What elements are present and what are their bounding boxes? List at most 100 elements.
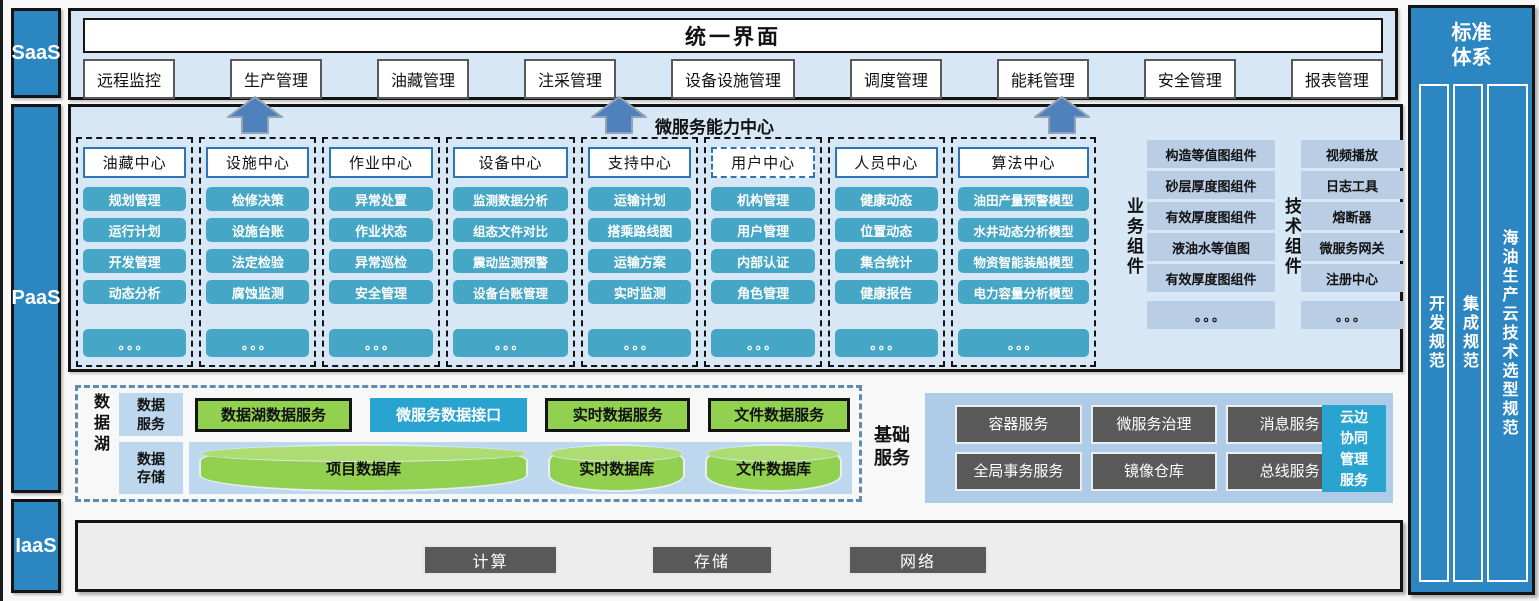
center-header: 油藏中心 [83,147,186,178]
saas-section: 统一界面 远程监控生产管理油藏管理注采管理设备设施管理调度管理能耗管理安全管理报… [68,8,1398,100]
saas-app-box: 远程监控 [83,59,175,99]
center-item: 异常处置 [329,187,432,211]
tech-component: 。。。 [1301,301,1403,329]
center-header: 设备中心 [453,147,569,178]
up-arrow-icon [1033,95,1091,135]
saas-app-box: 设备设施管理 [671,59,795,99]
center-item: 检修决策 [206,187,309,211]
center-column: 人员中心 健康动态位置动态集合统计健康报告。。。 [828,137,945,367]
center-item: 机构管理 [711,187,814,211]
tech-component: 注册中心 [1301,264,1403,292]
center-column: 油藏中心 规划管理运行计划开发管理动态分析。。。 [76,137,193,367]
up-arrow-icon [590,95,648,135]
center-item: 水井动态分析模型 [958,218,1089,242]
saas-app-box: 生产管理 [230,59,322,99]
data-lake-label: 数据湖 [85,393,113,494]
basic-service-box: 全局事务服务 [955,452,1082,491]
business-components-list: 构造等值图组件砂层厚度图组件有效厚度图组件液油水等值图有效厚度图组件。。。 [1147,140,1275,329]
center-column: 算法中心 油田产量预警模型水井动态分析模型物资智能装船模型电力容量分析模型。。。 [951,137,1096,367]
center-item: 物资智能装船模型 [958,249,1089,273]
center-item: 健康动态 [835,187,938,211]
center-item: 角色管理 [711,280,814,304]
data-storage-row-label: 数据存储 [119,442,183,494]
center-header: 用户中心 [711,147,814,178]
up-arrow-icon [226,95,284,135]
data-lake-grid: 数据服务 数据湖数据服务 微服务数据接口 实时数据服务 文件数据服务 数据存储 … [119,393,852,494]
paas-section: 微服务能力中心 油藏中心 规划管理运行计划开发管理动态分析。。。 设施中心 检修… [68,104,1403,372]
data-service-box: 数据湖数据服务 [195,398,352,432]
center-header: 支持中心 [588,147,691,178]
layer-label-saas: SaaS [11,8,61,98]
center-item-list: 规划管理运行计划开发管理动态分析。。。 [83,187,186,357]
center-item: 内部认证 [711,249,814,273]
center-item: 监测数据分析 [453,187,569,211]
center-item: 震动监测预警 [453,249,569,273]
center-header: 作业中心 [329,147,432,178]
center-item: 位置动态 [835,218,938,242]
center-item: 运输方案 [588,249,691,273]
saas-app-box: 油藏管理 [377,59,469,99]
center-header: 人员中心 [835,147,938,178]
database-cylinder: 项目数据库 [201,446,526,490]
basic-services-grid: 容器服务微服务治理消息服务全局事务服务镜像仓库总线服务 [955,405,1353,491]
center-header: 算法中心 [958,147,1089,178]
center-item-list: 油田产量预警模型水井动态分析模型物资智能装船模型电力容量分析模型。。。 [958,187,1089,357]
center-item: 运输计划 [588,187,691,211]
center-item: 动态分析 [83,280,186,304]
saas-app-box: 注采管理 [524,59,616,99]
center-column: 支持中心 运输计划搭乘路线图运输方案实时监测。。。 [581,137,698,367]
center-item: 。。。 [329,329,432,357]
center-column: 用户中心 机构管理用户管理内部认证角色管理。。。 [704,137,821,367]
data-service-row-label: 数据服务 [119,393,183,436]
data-storage-row: 项目数据库 实时数据库 文件数据库 [189,442,852,494]
center-column: 作业中心 异常处置作业状态异常巡检安全管理。。。 [322,137,439,367]
saas-app-box: 能耗管理 [997,59,1089,99]
standards-column: 开发规范 [1419,84,1449,582]
iaas-network-box: 网络 [848,545,988,575]
layer-label-iaas: IaaS [11,499,61,593]
center-item: 设备台账管理 [453,280,569,304]
business-components-label: 业务组件 [1121,197,1146,277]
basic-service-box: 容器服务 [955,405,1082,444]
database-cylinder: 文件数据库 [707,446,840,490]
standards-column: 海油生产云技术选型规范 [1487,84,1528,582]
business-component: 有效厚度图组件 [1147,202,1275,230]
standards-panel: 标准体系 开发规范 集成规范 海油生产云技术选型规范 [1408,5,1535,595]
data-service-box: 文件数据服务 [708,398,850,432]
left-edge-line [0,0,3,601]
center-item: 搭乘路线图 [588,218,691,242]
center-item: 。。。 [835,329,938,357]
center-item: 腐蚀监测 [206,280,309,304]
center-item: 。。。 [83,329,186,357]
basic-service-box: 镜像仓库 [1091,452,1218,491]
center-item-list: 运输计划搭乘路线图运输方案实时监测。。。 [588,187,691,357]
center-item: 作业状态 [329,218,432,242]
center-item-list: 机构管理用户管理内部认证角色管理。。。 [711,187,814,357]
center-item: 。。。 [588,329,691,357]
tech-component: 微服务网关 [1301,233,1403,261]
center-item-list: 监测数据分析组态文件对比震动监测预警设备台账管理。。。 [453,187,569,357]
business-component: 构造等值图组件 [1147,140,1275,168]
center-item-list: 异常处置作业状态异常巡检安全管理。。。 [329,187,432,357]
business-component: 有效厚度图组件 [1147,264,1275,292]
data-lake-section: 数据湖 数据服务 数据湖数据服务 微服务数据接口 实时数据服务 文件数据服务 数… [75,385,862,502]
saas-app-box: 调度管理 [850,59,942,99]
center-item: 。。。 [958,329,1089,357]
cloud-architecture-diagram: SaaS PaaS IaaS 统一界面 远程监控生产管理油藏管理注采管理设备设施… [0,0,1539,601]
center-item: 组态文件对比 [453,218,569,242]
center-item-list: 检修决策设施台账法定检验腐蚀监测。。。 [206,187,309,357]
database-cylinder: 实时数据库 [550,446,683,490]
center-item: 电力容量分析模型 [958,280,1089,304]
business-component: 砂层厚度图组件 [1147,171,1275,199]
unified-interface-bar: 统一界面 [83,18,1383,53]
tech-component: 熔断器 [1301,202,1403,230]
center-item: 法定检验 [206,249,309,273]
data-service-box: 微服务数据接口 [370,398,527,432]
iaas-storage-box: 存储 [651,545,773,575]
iaas-section: 计算 存储 网络 [75,520,1403,592]
saas-app-box: 报表管理 [1291,59,1383,99]
center-item: 设施台账 [206,218,309,242]
center-item: 安全管理 [329,280,432,304]
center-item: 实时监测 [588,280,691,304]
data-service-row: 数据湖数据服务 微服务数据接口 实时数据服务 文件数据服务 [189,393,852,436]
